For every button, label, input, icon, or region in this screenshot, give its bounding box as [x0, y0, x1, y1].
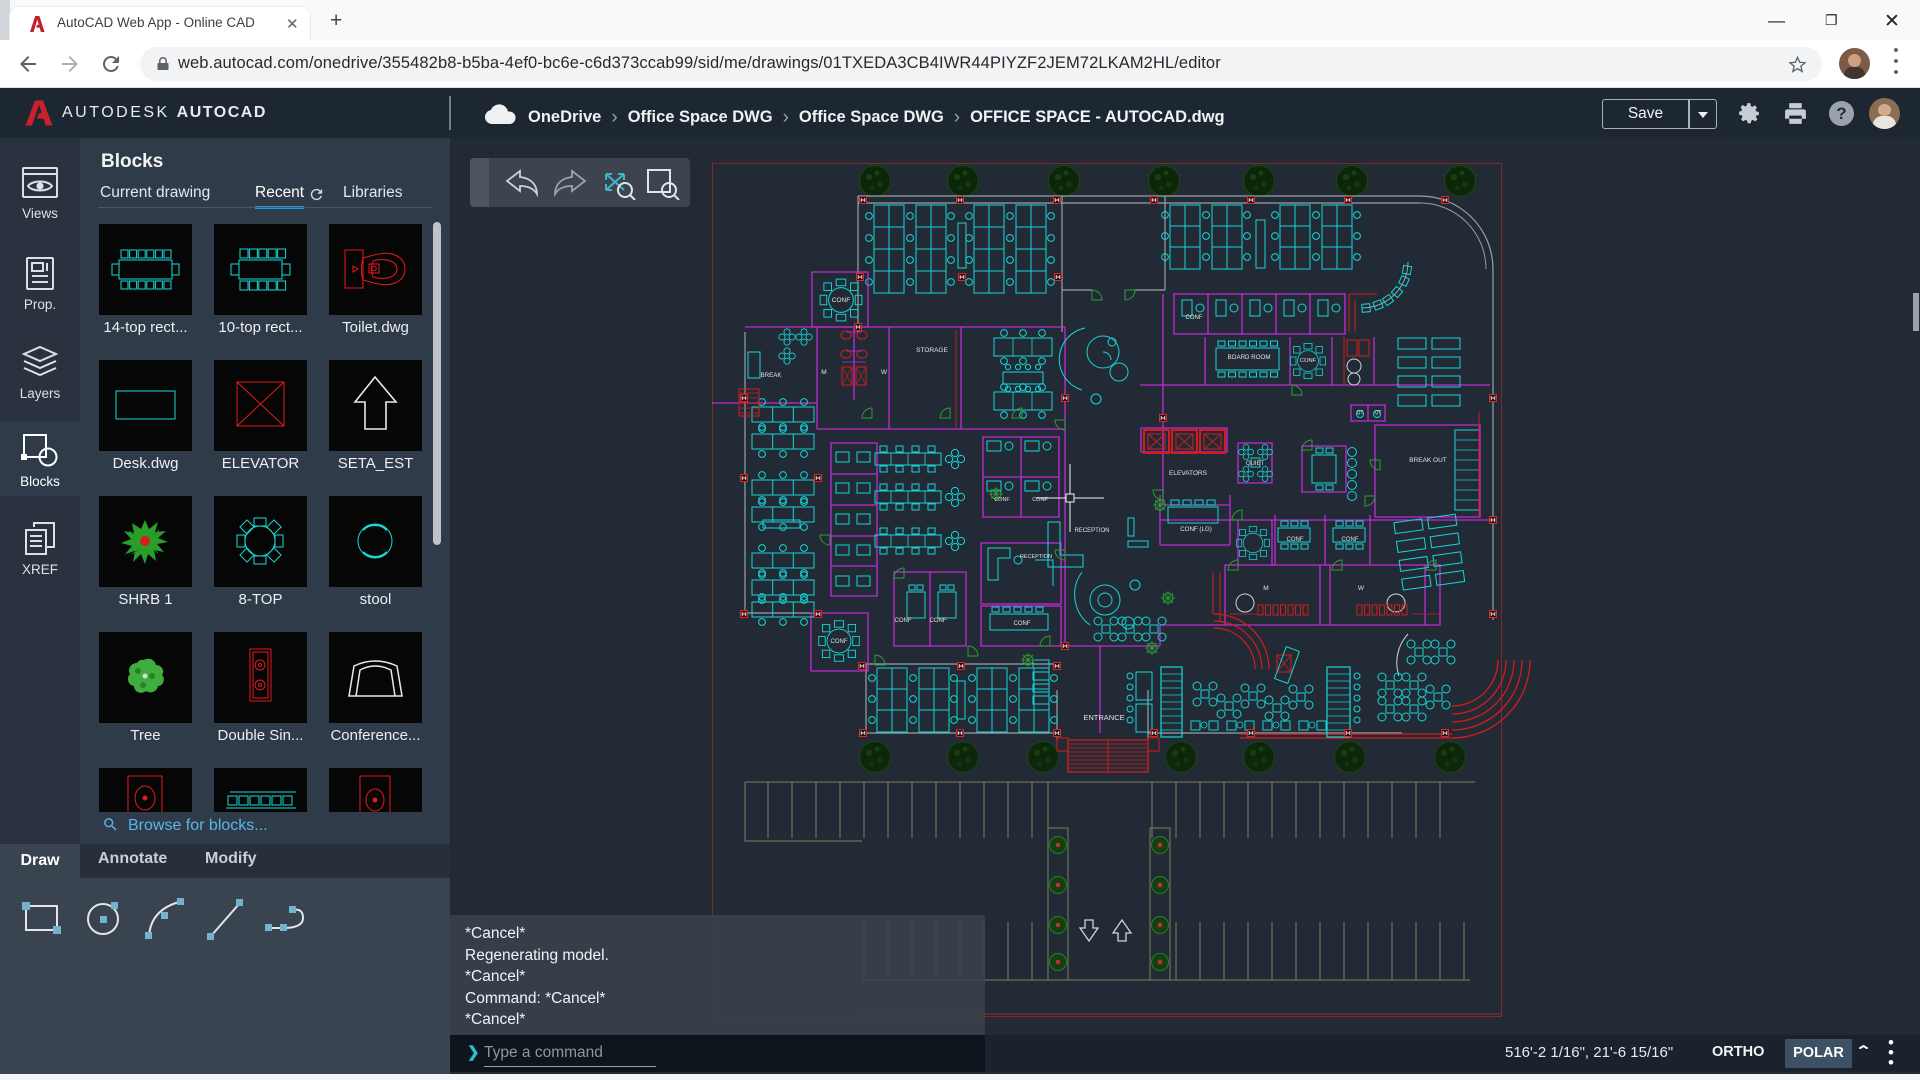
svg-text:QT: QT — [1375, 410, 1382, 416]
svg-text:CONF: CONF — [1300, 358, 1317, 364]
svg-text:RECEPTION: RECEPTION — [1074, 528, 1109, 534]
svg-text:CONF (LG): CONF (LG) — [1180, 526, 1212, 533]
svg-text:CONF: CONF — [831, 639, 848, 645]
svg-text:CONF: CONF — [895, 618, 912, 624]
svg-text:CONF: CONF — [930, 618, 947, 624]
svg-text:CONF: CONF — [1342, 537, 1359, 543]
svg-text:QUIET: QUIET — [1246, 461, 1265, 467]
svg-text:CONF: CONF — [1287, 537, 1304, 543]
svg-text:M: M — [821, 369, 826, 376]
svg-text:ELEVATORS: ELEVATORS — [1169, 470, 1208, 477]
svg-text:BREAK OUT: BREAK OUT — [1409, 457, 1447, 464]
svg-text:QT: QT — [1357, 410, 1364, 416]
svg-text:CONF: CONF — [1032, 497, 1048, 503]
svg-text:W: W — [1358, 585, 1365, 592]
svg-text:CONF: CONF — [1014, 621, 1031, 627]
svg-text:M: M — [1263, 585, 1268, 592]
svg-text:RECEPTION: RECEPTION — [1020, 554, 1052, 560]
svg-text:STORAGE: STORAGE — [916, 347, 948, 354]
svg-text:CONF: CONF — [1186, 315, 1203, 321]
svg-text:CONF: CONF — [994, 497, 1010, 503]
svg-text:BOARD ROOM: BOARD ROOM — [1228, 354, 1271, 361]
svg-text:BREAK: BREAK — [761, 372, 783, 379]
svg-text:ENTRANCE: ENTRANCE — [1083, 713, 1124, 722]
svg-text:CONF: CONF — [832, 297, 850, 304]
svg-text:W: W — [881, 369, 888, 376]
